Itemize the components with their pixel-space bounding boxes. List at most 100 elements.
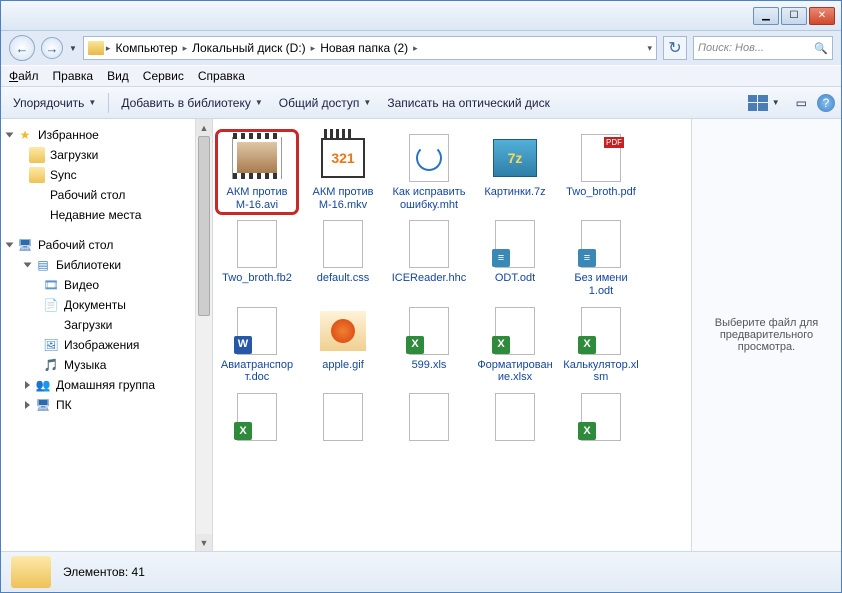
burn-button[interactable]: Записать на оптический диск bbox=[381, 93, 556, 113]
file-item[interactable]: АКМ против М-16.avi bbox=[219, 133, 295, 211]
pc-node[interactable]: 🖥 ПК bbox=[5, 395, 208, 415]
menu-edit[interactable]: Правка bbox=[53, 69, 94, 83]
file-icon: ≡ bbox=[490, 219, 540, 269]
sidebar-item[interactable]: 🎞 Видео bbox=[5, 275, 208, 295]
breadcrumb-dropdown[interactable]: ▾ bbox=[647, 43, 652, 54]
file-item[interactable]: X Калькулятор.xlsm bbox=[563, 306, 639, 384]
lib-icon bbox=[29, 207, 45, 223]
file-item[interactable]: Two_broth.pdf bbox=[563, 133, 639, 211]
sidebar-item[interactable]: Загрузки bbox=[5, 315, 208, 335]
minimize-button[interactable]: ▁ bbox=[753, 7, 779, 25]
share-button[interactable]: Общий доступ▼ bbox=[273, 93, 378, 113]
file-item[interactable] bbox=[305, 392, 381, 445]
add-library-button[interactable]: Добавить в библиотеку▼ bbox=[115, 93, 268, 113]
breadcrumb-item[interactable]: Локальный диск (D:) bbox=[189, 41, 309, 55]
folder-icon bbox=[88, 41, 104, 55]
close-button[interactable]: ✕ bbox=[809, 7, 835, 25]
history-dropdown[interactable]: ▼ bbox=[69, 44, 77, 53]
file-icon: 321 bbox=[318, 133, 368, 183]
refresh-button[interactable]: ↻ bbox=[663, 36, 687, 60]
star-icon: ★ bbox=[17, 127, 33, 143]
sidebar-item[interactable]: 📄 Документы bbox=[5, 295, 208, 315]
file-item[interactable]: Как исправить ошибку.mht bbox=[391, 133, 467, 211]
breadcrumb[interactable]: ▸ Компьютер ▸ Локальный диск (D:) ▸ Нова… bbox=[83, 36, 657, 60]
preview-pane-button[interactable]: ▭ bbox=[790, 93, 813, 113]
forward-button[interactable]: → bbox=[41, 37, 63, 59]
file-item[interactable] bbox=[477, 392, 553, 445]
file-item[interactable] bbox=[391, 392, 467, 445]
menubar: ФФайлайл Правка Вид Сервис Справка bbox=[1, 65, 841, 87]
item-count: Элементов: 41 bbox=[63, 565, 145, 579]
homegroup-node[interactable]: 👥 Домашняя группа bbox=[5, 375, 208, 395]
file-icon: X bbox=[490, 306, 540, 356]
favorites-header[interactable]: ★ Избранное bbox=[5, 125, 208, 145]
file-icon bbox=[404, 219, 454, 269]
file-item[interactable]: W Авиатранспорт.doc bbox=[219, 306, 295, 384]
maximize-button[interactable]: ☐ bbox=[781, 7, 807, 25]
breadcrumb-item[interactable]: Новая папка (2) bbox=[317, 41, 411, 55]
library-item-icon: 🎵 bbox=[43, 357, 59, 373]
library-item-icon: 📄 bbox=[43, 297, 59, 313]
file-name: Калькулятор.xlsm bbox=[563, 359, 639, 384]
file-icon bbox=[318, 219, 368, 269]
file-list[interactable]: АКМ против М-16.avi 321 АКМ против М-16.… bbox=[213, 119, 691, 551]
file-item[interactable]: ≡ ODT.odt bbox=[477, 219, 553, 297]
help-button[interactable]: ? bbox=[817, 94, 835, 112]
file-item[interactable]: ≡ Без имени 1.odt bbox=[563, 219, 639, 297]
file-icon bbox=[404, 133, 454, 183]
explorer-window: ▁ ☐ ✕ ← → ▼ ▸ Компьютер ▸ Локальный диск… bbox=[0, 0, 842, 593]
file-name: 599.xls bbox=[412, 359, 447, 372]
file-item[interactable]: default.css bbox=[305, 219, 381, 297]
file-icon: ≡ bbox=[576, 219, 626, 269]
file-item[interactable]: X 599.xls bbox=[391, 306, 467, 384]
file-item[interactable]: ICEReader.hhc bbox=[391, 219, 467, 297]
menu-tools[interactable]: Сервис bbox=[143, 69, 184, 83]
sidebar-item[interactable]: 🖼 Изображения bbox=[5, 335, 208, 355]
file-item[interactable]: Two_broth.fb2 bbox=[219, 219, 295, 297]
preview-pane: Выберите файл для предварительного просм… bbox=[691, 119, 841, 551]
file-icon: X bbox=[576, 392, 626, 442]
file-item[interactable]: apple.gif bbox=[305, 306, 381, 384]
sidebar-item[interactable]: Sync bbox=[5, 165, 208, 185]
organize-button[interactable]: Упорядочить▼ bbox=[7, 93, 102, 113]
address-bar: ← → ▼ ▸ Компьютер ▸ Локальный диск (D:) … bbox=[1, 31, 841, 65]
desktop-header[interactable]: 🖥 Рабочий стол bbox=[5, 235, 208, 255]
file-name: Картинки.7z bbox=[484, 186, 545, 199]
file-item[interactable]: 321 АКМ против М-16.mkv bbox=[305, 133, 381, 211]
folder-icon bbox=[29, 167, 45, 183]
file-name: default.css bbox=[317, 272, 370, 285]
sidebar-item[interactable]: Рабочий стол bbox=[5, 185, 208, 205]
file-name: Two_broth.fb2 bbox=[222, 272, 292, 285]
search-box[interactable]: Поиск: Нов... 🔍 bbox=[693, 36, 833, 60]
content-area: ★ Избранное Загрузки Sync Рабочий стол Н… bbox=[1, 119, 841, 551]
monitor-icon bbox=[29, 187, 45, 203]
file-icon bbox=[232, 133, 282, 183]
file-item[interactable]: X bbox=[563, 392, 639, 445]
file-name: АКМ против М-16.avi bbox=[219, 186, 295, 211]
grid-icon bbox=[748, 95, 768, 111]
file-item[interactable]: 7z Картинки.7z bbox=[477, 133, 553, 211]
file-name: Форматирование.xlsx bbox=[477, 359, 553, 384]
file-icon bbox=[232, 219, 282, 269]
titlebar: ▁ ☐ ✕ bbox=[1, 1, 841, 31]
file-item[interactable]: X bbox=[219, 392, 295, 445]
menu-file[interactable]: ФФайлайл bbox=[9, 69, 39, 83]
sidebar-item[interactable]: Загрузки bbox=[5, 145, 208, 165]
libraries-node[interactable]: ▤ Библиотеки bbox=[5, 255, 208, 275]
library-item-icon bbox=[43, 317, 59, 333]
library-icon: ▤ bbox=[35, 257, 51, 273]
file-name: Без имени 1.odt bbox=[563, 272, 639, 297]
file-name: АКМ против М-16.mkv bbox=[305, 186, 381, 211]
menu-help[interactable]: Справка bbox=[198, 69, 245, 83]
file-item[interactable]: X Форматирование.xlsx bbox=[477, 306, 553, 384]
library-item-icon: 🖼 bbox=[43, 337, 59, 353]
menu-view[interactable]: Вид bbox=[107, 69, 129, 83]
file-name: Как исправить ошибку.mht bbox=[391, 186, 467, 211]
back-button[interactable]: ← bbox=[9, 35, 35, 61]
sidebar-item[interactable]: Недавние места bbox=[5, 205, 208, 225]
breadcrumb-item[interactable]: Компьютер bbox=[112, 41, 180, 55]
view-options-button[interactable]: ▼ bbox=[742, 92, 786, 114]
sidebar-item[interactable]: 🎵 Музыка bbox=[5, 355, 208, 375]
file-icon: 7z bbox=[490, 133, 540, 183]
sidebar-scrollbar[interactable]: ▲ ▼ bbox=[195, 119, 212, 551]
